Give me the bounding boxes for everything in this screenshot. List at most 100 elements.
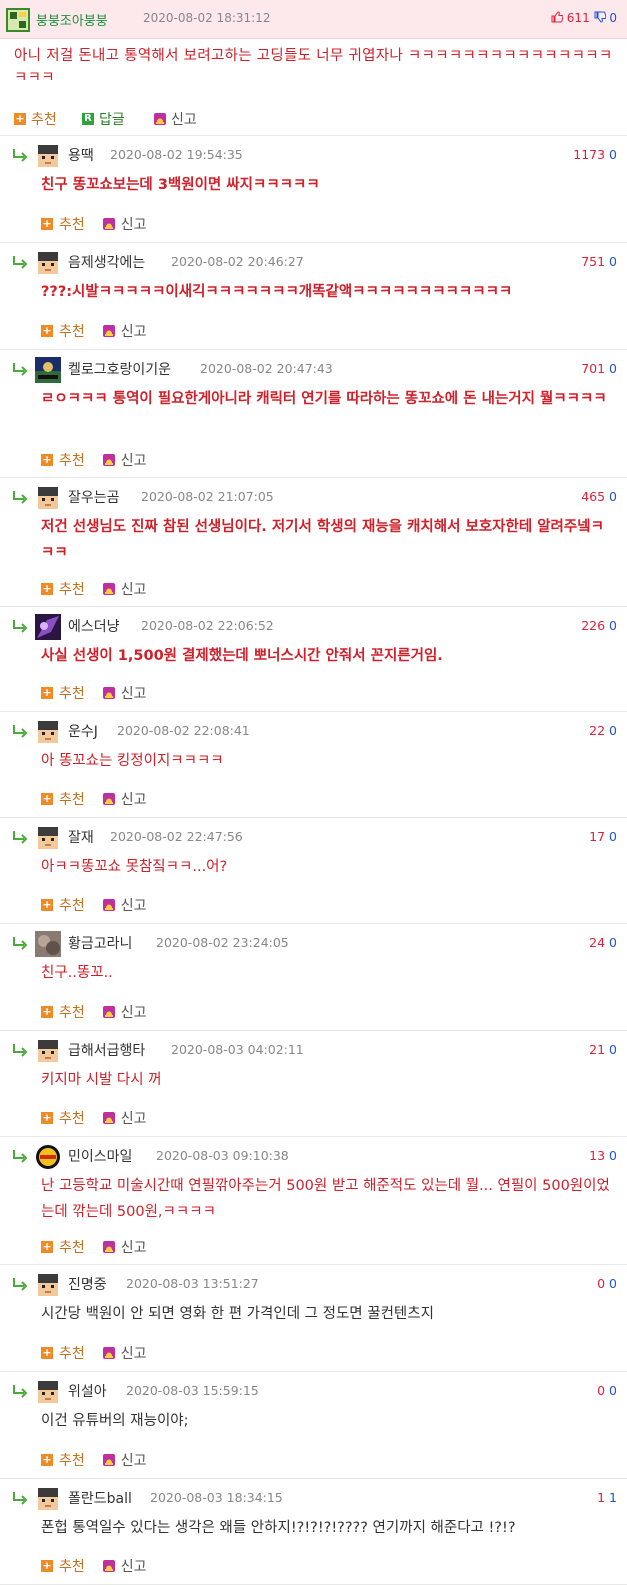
reply-downvote-count: 1	[609, 1490, 617, 1505]
user-avatar[interactable]	[35, 825, 61, 851]
reply-nickname[interactable]: 폴란드ball	[68, 1488, 132, 1508]
user-avatar[interactable]	[35, 1379, 61, 1405]
report-button[interactable]: 신고	[102, 1556, 147, 1576]
reply-nickname[interactable]: 잘재	[68, 827, 94, 847]
recommend-button[interactable]: + 추천	[41, 1002, 85, 1022]
reply-date: 2020-08-02 22:08:41	[117, 723, 250, 738]
recommend-button[interactable]: + 추천	[41, 789, 85, 809]
reply-actions: + 추천 신고	[41, 214, 147, 234]
report-button[interactable]: 신고	[102, 1002, 147, 1022]
recommend-button[interactable]: + 추천	[41, 1556, 85, 1576]
reply-nickname[interactable]: 운수J	[68, 721, 98, 741]
reply-list: 용땍 2020-08-02 19:54:35 1173 0 친구 똥꼬쇼보는데 3백원…	[0, 136, 627, 1585]
plus-icon: +	[41, 217, 53, 230]
report-icon	[102, 1347, 115, 1359]
plus-icon: +	[41, 453, 53, 466]
reply-upvote-count: 13	[589, 1148, 606, 1163]
reply-downvote-count: 0	[609, 1276, 617, 1291]
report-icon	[102, 687, 115, 699]
user-avatar[interactable]	[35, 719, 61, 745]
user-avatar[interactable]	[35, 250, 61, 276]
user-avatar[interactable]	[35, 1486, 61, 1512]
user-avatar[interactable]	[35, 1038, 61, 1064]
report-label: 신고	[120, 1111, 147, 1127]
report-button[interactable]: 신고	[102, 1108, 147, 1128]
report-icon	[102, 1560, 115, 1572]
user-avatar[interactable]	[35, 1144, 61, 1170]
report-button[interactable]: 신고	[102, 214, 147, 234]
recommend-button[interactable]: + 추천	[41, 895, 85, 915]
thumbs-up-icon	[551, 11, 563, 23]
user-avatar[interactable]	[35, 485, 61, 511]
reply-item: 켈로그호랑이기운 2020-08-02 20:47:43 701 0 ㄹㅇㅋㅋㅋ 통역…	[0, 350, 627, 478]
plus-icon: +	[41, 582, 53, 595]
reply-nickname[interactable]: 진명중	[68, 1274, 107, 1294]
reply-upvote-count: 17	[589, 829, 606, 844]
report-button[interactable]: 신고	[154, 109, 197, 129]
plus-icon: +	[41, 1453, 53, 1466]
reply-nickname[interactable]: 음제생각에는	[68, 252, 145, 272]
plus-icon: +	[41, 1005, 53, 1018]
reply-item: 잘우는곰 2020-08-02 21:07:05 465 0 저건 선생님도 진짜 참…	[0, 478, 627, 607]
reply-actions: + 추천 신고	[41, 450, 147, 470]
reply-arrow-icon	[13, 1278, 28, 1291]
report-button[interactable]: 신고	[102, 1237, 147, 1257]
reply-nickname[interactable]: 급해서급행타	[68, 1040, 145, 1060]
user-avatar[interactable]	[35, 143, 61, 169]
recommend-label: 추천	[59, 898, 85, 914]
reply-nickname[interactable]: 민이스마일	[68, 1146, 132, 1166]
reply-nickname[interactable]: 용땍	[68, 145, 94, 165]
reply-nickname[interactable]: 황금고라니	[68, 933, 132, 953]
report-button[interactable]: 신고	[102, 579, 147, 599]
recommend-button[interactable]: + 추천	[41, 1237, 85, 1257]
recommend-button[interactable]: + 추천	[41, 1343, 85, 1363]
recommend-button[interactable]: + 추천	[41, 579, 85, 599]
user-avatar[interactable]	[6, 8, 30, 32]
reply-item: 위설아 2020-08-03 15:59:15 0 0 이건 유튜버의 재능이야; + 추…	[0, 1372, 627, 1479]
reply-arrow-icon	[13, 831, 28, 844]
reply-text: 이건 유튜버의 재능이야;	[41, 1413, 189, 1429]
reply-downvote-count: 0	[609, 1042, 617, 1057]
reply-nickname[interactable]: 위설아	[68, 1381, 107, 1401]
plus-icon: +	[41, 1559, 53, 1572]
report-button[interactable]: 신고	[102, 1343, 147, 1363]
reply-nickname[interactable]: 켈로그호랑이기운	[68, 359, 171, 379]
plus-icon: +	[41, 1111, 53, 1124]
recommend-button[interactable]: + 추천	[41, 321, 85, 341]
plus-icon: +	[41, 898, 53, 911]
recommend-label: 추천	[59, 1559, 85, 1575]
user-avatar[interactable]	[35, 357, 61, 383]
reply-date: 2020-08-03 13:51:27	[126, 1276, 259, 1291]
reply-arrow-icon	[13, 1150, 28, 1163]
reply-item: 잘재 2020-08-02 22:47:56 17 0 아ㅋㅋ똥꼬쇼 못참짘ㅋㅋ...…	[0, 818, 627, 924]
reply-button[interactable]: R 답글	[82, 109, 125, 129]
plus-icon: +	[41, 686, 53, 699]
report-button[interactable]: 신고	[102, 321, 147, 341]
reply-nickname[interactable]: 잘우는곰	[68, 487, 120, 507]
user-avatar[interactable]	[35, 1272, 61, 1298]
post-nickname[interactable]: 붕붕조아붕붕	[36, 10, 108, 29]
report-label: 신고	[120, 686, 147, 702]
user-avatar[interactable]	[35, 614, 61, 640]
report-button[interactable]: 신고	[102, 683, 147, 703]
reply-votes: 0 0	[597, 1276, 617, 1291]
recommend-button[interactable]: + 추천	[14, 109, 57, 129]
report-icon	[102, 325, 115, 337]
report-button[interactable]: 신고	[102, 1450, 147, 1470]
recommend-button[interactable]: + 추천	[41, 1108, 85, 1128]
recommend-button[interactable]: + 추천	[41, 450, 85, 470]
report-label: 신고	[120, 217, 147, 233]
report-button[interactable]: 신고	[102, 450, 147, 470]
recommend-button[interactable]: + 추천	[41, 214, 85, 234]
reply-arrow-icon	[13, 725, 28, 738]
user-avatar[interactable]	[35, 931, 61, 957]
reply-arrow-icon	[13, 937, 28, 950]
report-button[interactable]: 신고	[102, 895, 147, 915]
reply-nickname[interactable]: 에스더냥	[68, 616, 120, 636]
recommend-button[interactable]: + 추천	[41, 683, 85, 703]
recommend-button[interactable]: + 추천	[41, 1450, 85, 1470]
reply-item: 황금고라니 2020-08-02 23:24:05 24 0 친구..똥꼬.. + 추천 신…	[0, 924, 627, 1031]
report-icon	[102, 454, 115, 466]
report-button[interactable]: 신고	[102, 789, 147, 809]
report-label: 신고	[120, 1453, 147, 1469]
